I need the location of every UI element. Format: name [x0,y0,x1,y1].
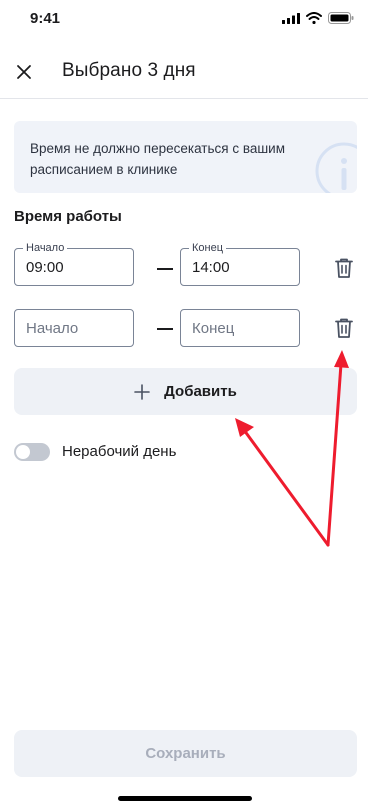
end-time-field[interactable]: Конец 14:00 [180,241,300,286]
close-button[interactable] [4,52,44,92]
end-time-legend: Конец [189,241,227,255]
time-range-dash [157,328,173,330]
start-time-placeholder: Начало [26,320,79,337]
start-time-field[interactable]: Начало 09:00 [14,241,134,286]
toggle-knob [16,445,30,459]
status-bar: 9:41 [0,0,368,40]
end-time-field[interactable]: Конец [180,309,300,347]
start-time-legend: Начало [23,241,68,255]
info-icon [315,142,357,193]
save-button-label: Сохранить [145,745,226,762]
arrow-to-add-button [235,418,330,547]
delete-row-button[interactable] [332,315,356,341]
header-bar: Выбрано 3 дня [0,44,368,99]
info-banner-text: Время не должно пересекаться с вашим рас… [30,141,286,177]
status-icons [282,12,354,24]
battery-icon [328,12,354,24]
add-time-button[interactable]: Добавить [14,368,357,415]
start-time-field[interactable]: Начало [14,309,134,347]
start-time-value: 09:00 [26,259,64,276]
close-icon [17,65,31,79]
trash-icon [335,318,353,338]
end-time-placeholder: Конец [192,320,235,337]
delete-row-button[interactable] [332,255,356,281]
add-button-label: Добавить [164,383,237,400]
end-time-value: 14:00 [192,259,230,276]
wifi-icon [306,12,322,24]
status-time: 9:41 [30,10,61,27]
trash-icon [335,258,353,278]
cellular-signal-icon [282,12,300,24]
time-range-dash [157,268,173,270]
info-banner: Время не должно пересекаться с вашим рас… [14,121,357,193]
page-title: Выбрано 3 дня [62,60,196,81]
save-button[interactable]: Сохранить [14,730,357,777]
home-indicator [118,796,252,801]
work-time-title: Время работы [14,208,122,225]
day-off-toggle[interactable] [14,443,50,461]
plus-icon [134,383,150,400]
day-off-label: Нерабочий день [62,443,177,460]
